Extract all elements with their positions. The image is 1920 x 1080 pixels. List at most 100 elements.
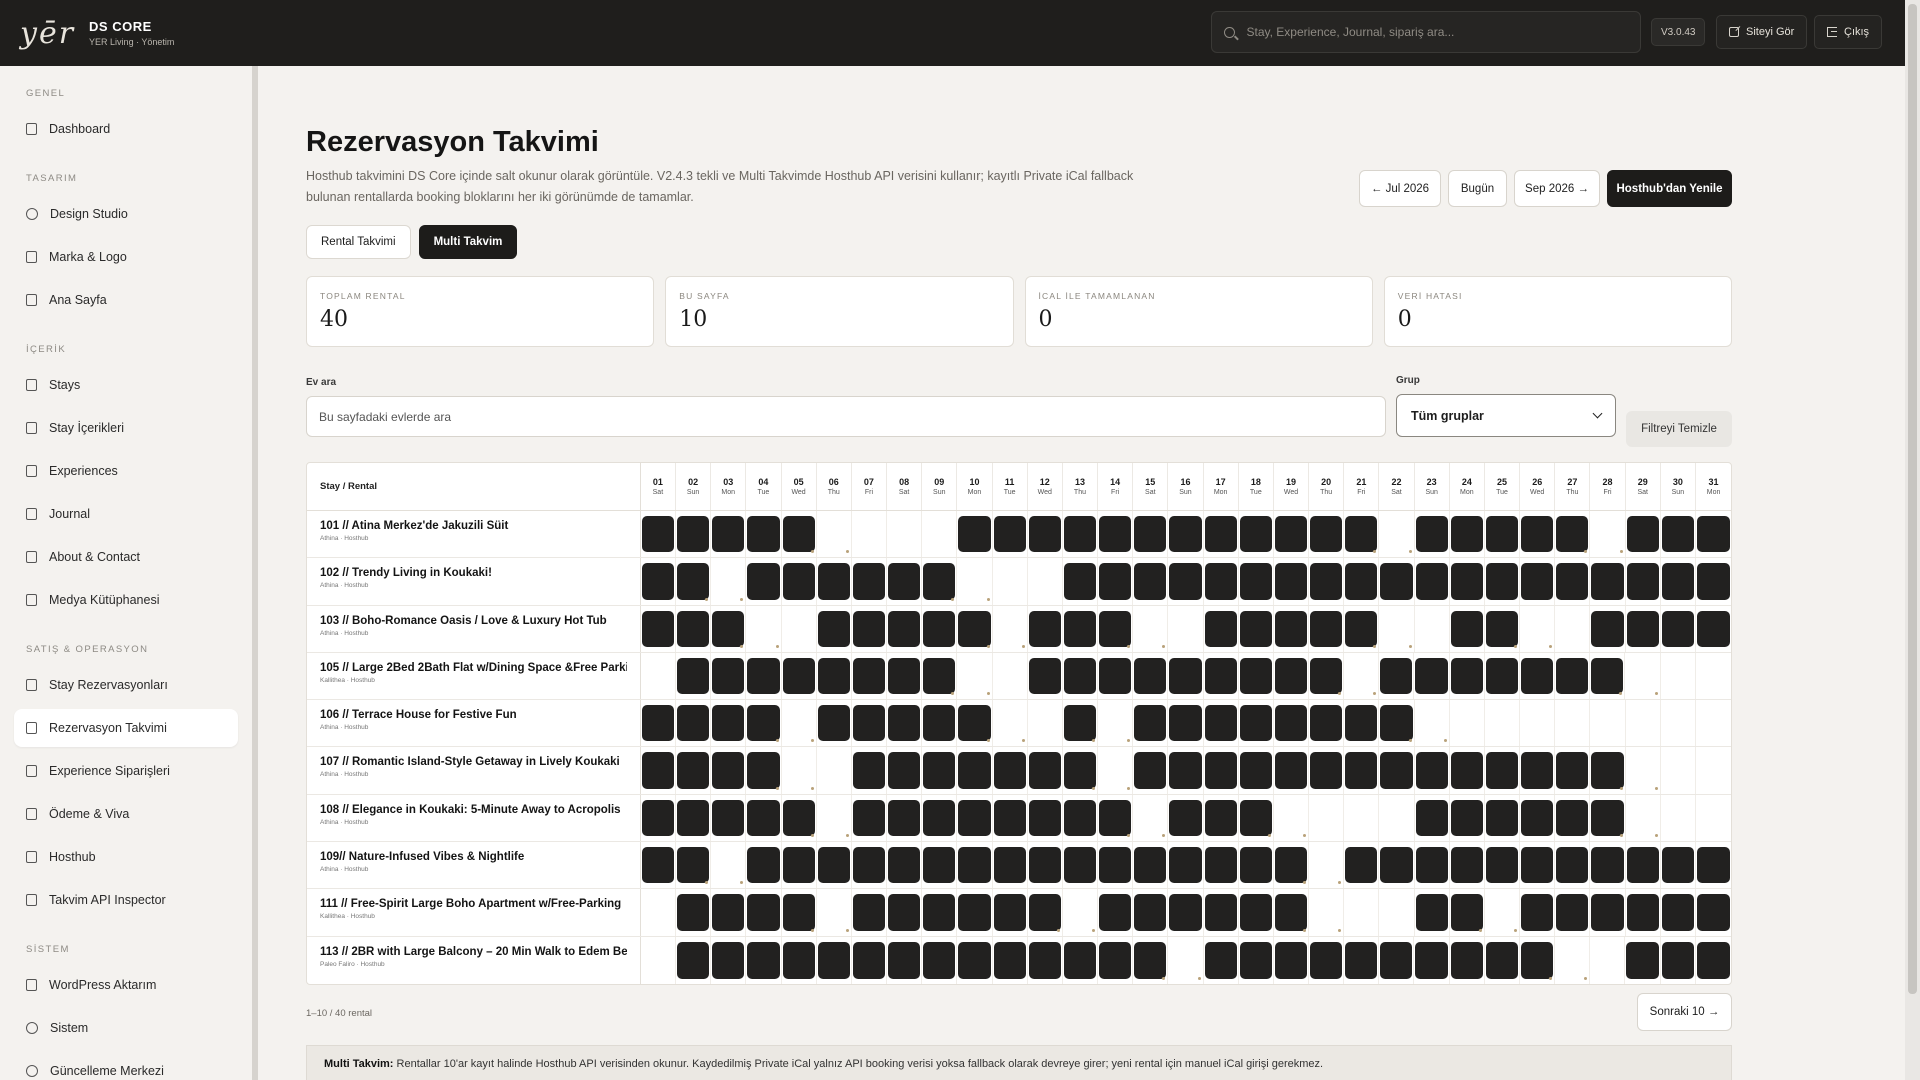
calendar-row: 111 // Free-Spirit Large Boho Apartment … [307,889,1731,937]
day-header: 09 Sun [922,463,958,510]
rental-name-cell[interactable]: 105 // Large 2Bed 2Bath Flat w/Dining Sp… [307,652,641,700]
tab-rental-calendar[interactable]: Rental Takvimi [306,225,411,259]
house-search-input[interactable] [306,396,1386,437]
rental-name-cell[interactable]: 111 // Free-Spirit Large Boho Apartment … [307,889,641,936]
booked-day-cell [1204,652,1239,700]
sidebar-item-g-ncelleme-merkezi[interactable]: Güncelleme Merkezi [14,1052,238,1080]
booked-day-cell [1450,842,1485,889]
free-day-cell [1555,605,1591,652]
rental-name-cell[interactable]: 106 // Terrace House for Festive Fun Athi… [307,700,641,747]
rental-name-cell[interactable]: 113 // 2BR with Large Balcony – 20 Min W… [307,936,641,984]
booked-day-cell [1520,511,1556,558]
rental-name-cell[interactable]: 107 // Romantic Island-Style Getaway in … [307,747,641,794]
day-weekday: Wed [1530,489,1545,496]
page-scrollbar[interactable] [1905,0,1920,1080]
sidebar-item-dashboard[interactable]: Dashboard [14,110,238,148]
booked-day-cell [957,936,993,984]
rental-location: Athina · Hosthub [320,866,369,874]
rental-name-cell[interactable]: 108 // Elegance in Koukaki: 5-Minute Awa… [307,794,641,842]
view-site-button[interactable]: Siteyi Gör [1716,15,1808,49]
tab-multi-calendar[interactable]: Multi Takvim [418,225,518,259]
rental-name-cell[interactable]: 103 // Boho-Romance Oasis / Love & Luxur… [307,605,641,652]
clear-filter-button[interactable]: Filtreyi Temizle [1626,411,1732,447]
booked-day-cell [1204,936,1239,984]
free-day-cell [1625,652,1661,700]
booked-day-cell [1274,558,1310,605]
booked-day-cell [1555,652,1591,700]
booked-day-cell [993,511,1028,558]
booked-day-cell [922,889,958,936]
brand-subtitle: YER Living · Yönetim [89,37,175,47]
page-title: Rezervasyon Takvimi [306,126,599,158]
rental-name-cell[interactable]: 109// Nature-Infused Vibes & Nightlife At… [307,842,641,889]
free-day-cell [641,652,677,700]
booked-day-cell [641,511,676,558]
day-number: 06 [828,477,839,487]
free-day-cell [746,605,782,652]
calendar-icon [26,679,37,691]
booked-day-cell [852,558,888,605]
day-number: 02 [688,477,699,487]
sidebar-item-rezervasyon-takvimi[interactable]: Rezervasyon Takvimi [14,709,238,747]
booked-day-cell [1133,558,1169,605]
booked-day-cell [1133,842,1169,889]
prev-month-button[interactable]: ← Jul 2026 [1359,170,1441,207]
booked-day-cell [1168,652,1204,700]
sidebar-item-about-contact[interactable]: About & Contact [14,538,238,576]
logout-button[interactable]: Çıkış [1814,15,1883,49]
sidebar-item-wordpress-aktar-m[interactable]: WordPress Aktarım [14,966,238,1004]
today-button[interactable]: Bugün [1448,170,1507,207]
sidebar-item-hosthub[interactable]: Hosthub [14,838,238,876]
sidebar-item-takvim-api-inspector[interactable]: Takvim API Inspector [14,881,238,919]
sidebar-item-design-studio[interactable]: Design Studio [14,195,238,233]
booked-day-cell [1063,558,1099,605]
next-page-button[interactable]: Sonraki 10 → [1637,993,1732,1031]
sidebar-item-stay-i-erikleri[interactable]: Stay İçerikleri [14,409,238,447]
sidebar-section-label: SİSTEM [26,944,70,955]
day-weekday: Sun [1425,489,1438,496]
booked-day-cell [1309,558,1345,605]
booked-day-cell [1239,511,1274,558]
booked-day-cell [1204,605,1239,652]
sidebar-item-stays[interactable]: Stays [14,366,238,404]
sidebar-item--deme-viva[interactable]: Ödeme & Viva [14,795,238,833]
booked-day-cell [817,652,852,700]
next-month-button[interactable]: Sep 2026 → [1514,170,1600,207]
global-search[interactable] [1211,11,1641,53]
booked-day-cell [1133,747,1169,794]
booked-day-cell [1274,747,1310,794]
rental-name-cell[interactable]: 102 // Trendy Living in Koukaki! Athina ·… [307,558,641,605]
sidebar-item-experiences[interactable]: Experiences [14,452,238,490]
free-day-cell [1661,794,1696,842]
booked-day-cell [1098,842,1134,889]
booked-day-cell [711,747,747,794]
rental-name-cell[interactable]: 101 // Atina Merkez'de Jakuzili Süit Athi… [307,511,641,558]
sidebar-item-ana-sayfa[interactable]: Ana Sayfa [14,281,238,319]
booked-day-cell [1555,842,1591,889]
hosthub-refresh-button[interactable]: Hosthub'dan Yenile [1607,170,1732,207]
booked-day-cell [1239,889,1274,936]
sidebar-item-stay-rezervasyonlar-[interactable]: Stay Rezervasyonları [14,666,238,704]
sidebar-item-marka-logo[interactable]: Marka & Logo [14,238,238,276]
booked-day-cell [1028,936,1063,984]
group-select[interactable]: Tüm gruplar [1396,394,1616,437]
day-number: 22 [1391,477,1402,487]
booked-day-cell [711,700,747,747]
sidebar-item-medya-k-t-phanesi[interactable]: Medya Kütüphanesi [14,581,238,619]
booked-day-cell [1168,842,1204,889]
free-day-cell [1555,700,1591,747]
global-search-input[interactable] [1246,25,1628,39]
sidebar-item-journal[interactable]: Journal [14,495,238,533]
scrollbar-thumb[interactable] [1908,4,1917,994]
day-weekday: Sat [1391,489,1402,496]
booked-day-cell [1415,889,1450,936]
day-header: 24 Mon [1450,463,1485,510]
free-day-cell [1626,794,1661,842]
rental-title: 109// Nature-Infused Vibes & Nightlife [320,851,525,864]
document-icon [26,251,37,263]
sidebar-item-sistem[interactable]: Sistem [14,1009,238,1047]
brand-logo[interactable]: yēr [20,16,75,51]
sidebar-item-experience-sipari-leri[interactable]: Experience Siparişleri [14,752,238,790]
day-number: 10 [969,477,980,487]
booked-day-cell [1379,747,1415,794]
